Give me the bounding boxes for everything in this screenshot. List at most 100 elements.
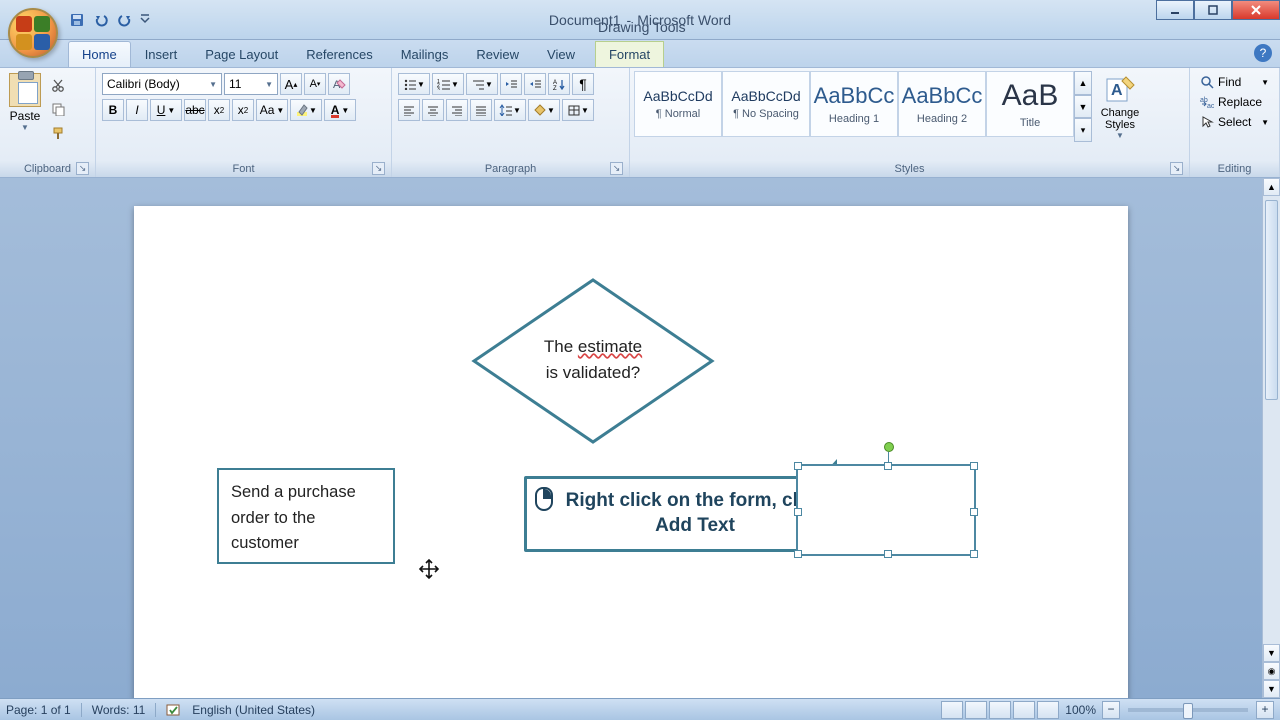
grow-font-icon[interactable]: A▴ bbox=[280, 73, 302, 95]
view-draft-icon[interactable] bbox=[1037, 701, 1059, 719]
underline-icon[interactable]: U▼ bbox=[150, 99, 182, 121]
scroll-up-icon[interactable]: ▲ bbox=[1263, 178, 1280, 196]
clipboard-dialog-launcher[interactable]: ↘ bbox=[76, 162, 89, 175]
resize-handle[interactable] bbox=[970, 462, 978, 470]
scroll-track[interactable] bbox=[1263, 196, 1280, 644]
styles-scroll-down[interactable]: ▼ bbox=[1074, 95, 1092, 119]
bullets-icon[interactable]: ▼ bbox=[398, 73, 430, 95]
tab-references[interactable]: References bbox=[292, 41, 386, 67]
view-outline-icon[interactable] bbox=[1013, 701, 1035, 719]
style-title[interactable]: AaB Title bbox=[986, 71, 1074, 137]
font-name-combo[interactable]: Calibri (Body)▼ bbox=[102, 73, 222, 95]
tab-page-layout[interactable]: Page Layout bbox=[191, 41, 292, 67]
change-styles-button[interactable]: A Change Styles ▼ bbox=[1092, 71, 1148, 142]
superscript-icon[interactable]: x2 bbox=[232, 99, 254, 121]
zoom-slider[interactable] bbox=[1128, 708, 1248, 712]
document-area[interactable]: The estimate is validated? Send a purcha… bbox=[0, 178, 1262, 698]
italic-icon[interactable]: I bbox=[126, 99, 148, 121]
maximize-button[interactable] bbox=[1194, 0, 1232, 20]
resize-handle[interactable] bbox=[794, 550, 802, 558]
qat-customize-icon[interactable] bbox=[138, 9, 152, 31]
tab-mailings[interactable]: Mailings bbox=[387, 41, 463, 67]
styles-expand[interactable]: ▾ bbox=[1074, 118, 1092, 142]
paragraph-dialog-launcher[interactable]: ↘ bbox=[610, 162, 623, 175]
replace-button[interactable]: abac Replace bbox=[1196, 93, 1273, 111]
svg-text:3: 3 bbox=[437, 87, 440, 90]
office-button[interactable] bbox=[8, 8, 58, 58]
decrease-indent-icon[interactable] bbox=[500, 73, 522, 95]
word-count[interactable]: Words: 11 bbox=[92, 703, 146, 717]
view-full-screen-icon[interactable] bbox=[965, 701, 987, 719]
bold-icon[interactable]: B bbox=[102, 99, 124, 121]
align-right-icon[interactable] bbox=[446, 99, 468, 121]
flowchart-process-shape[interactable]: Send a purchase order to the customer bbox=[217, 468, 395, 564]
vertical-scrollbar[interactable]: ▲ ▼ ◉ ▼ bbox=[1262, 178, 1280, 698]
tab-insert[interactable]: Insert bbox=[131, 41, 192, 67]
page-status[interactable]: Page: 1 of 1 bbox=[6, 703, 71, 717]
tab-review[interactable]: Review bbox=[462, 41, 533, 67]
style-heading-1[interactable]: AaBbCc Heading 1 bbox=[810, 71, 898, 137]
resize-handle[interactable] bbox=[970, 550, 978, 558]
copy-icon[interactable] bbox=[48, 99, 68, 119]
select-button[interactable]: Select▼ bbox=[1196, 113, 1273, 131]
zoom-value[interactable]: 100% bbox=[1065, 703, 1096, 717]
show-marks-icon[interactable]: ¶ bbox=[572, 73, 594, 95]
highlight-icon[interactable]: ▼ bbox=[290, 99, 322, 121]
resize-handle[interactable] bbox=[970, 508, 978, 516]
resize-handle[interactable] bbox=[794, 508, 802, 516]
multilevel-list-icon[interactable]: ▼ bbox=[466, 73, 498, 95]
zoom-in-icon[interactable]: + bbox=[1256, 701, 1274, 719]
styles-scroll-up[interactable]: ▲ bbox=[1074, 71, 1092, 95]
redo-icon[interactable] bbox=[114, 9, 136, 31]
sort-icon[interactable]: AZ bbox=[548, 73, 570, 95]
justify-icon[interactable] bbox=[470, 99, 492, 121]
increase-indent-icon[interactable] bbox=[524, 73, 546, 95]
spellcheck-icon[interactable] bbox=[166, 703, 182, 717]
change-case-icon[interactable]: Aa▼ bbox=[256, 99, 288, 121]
minimize-button[interactable] bbox=[1156, 0, 1194, 20]
page[interactable]: The estimate is validated? Send a purcha… bbox=[134, 206, 1128, 698]
numbering-icon[interactable]: 123▼ bbox=[432, 73, 464, 95]
flowchart-decision-shape[interactable]: The estimate is validated? bbox=[470, 276, 716, 446]
close-button[interactable] bbox=[1232, 0, 1280, 20]
browse-next-icon[interactable]: ▼ bbox=[1263, 680, 1280, 698]
shading-icon[interactable]: ▼ bbox=[528, 99, 560, 121]
find-button[interactable]: Find▼ bbox=[1196, 73, 1273, 91]
rotation-handle[interactable] bbox=[884, 442, 894, 452]
shrink-font-icon[interactable]: A▾ bbox=[304, 73, 326, 95]
align-left-icon[interactable] bbox=[398, 99, 420, 121]
tab-format[interactable]: Format bbox=[595, 41, 664, 67]
subscript-icon[interactable]: x2 bbox=[208, 99, 230, 121]
clear-formatting-icon[interactable]: A bbox=[328, 73, 350, 95]
resize-handle[interactable] bbox=[794, 462, 802, 470]
zoom-out-icon[interactable]: − bbox=[1102, 701, 1120, 719]
help-icon[interactable]: ? bbox=[1254, 44, 1272, 62]
styles-dialog-launcher[interactable]: ↘ bbox=[1170, 162, 1183, 175]
style-heading-2[interactable]: AaBbCc Heading 2 bbox=[898, 71, 986, 137]
undo-icon[interactable] bbox=[90, 9, 112, 31]
cut-icon[interactable] bbox=[48, 75, 68, 95]
font-size-combo[interactable]: 11▼ bbox=[224, 73, 278, 95]
style-no-spacing[interactable]: AaBbCcDd ¶ No Spacing bbox=[722, 71, 810, 137]
strikethrough-icon[interactable]: abc bbox=[184, 99, 206, 121]
borders-icon[interactable]: ▼ bbox=[562, 99, 594, 121]
paste-button[interactable]: Paste ▼ bbox=[4, 71, 46, 143]
align-center-icon[interactable] bbox=[422, 99, 444, 121]
language-status[interactable]: English (United States) bbox=[192, 703, 315, 717]
resize-handle[interactable] bbox=[884, 462, 892, 470]
scroll-down-icon[interactable]: ▼ bbox=[1263, 644, 1280, 662]
scroll-thumb[interactable] bbox=[1265, 200, 1278, 400]
view-web-layout-icon[interactable] bbox=[989, 701, 1011, 719]
tab-view[interactable]: View bbox=[533, 41, 589, 67]
browse-prev-icon[interactable]: ◉ bbox=[1263, 662, 1280, 680]
line-spacing-icon[interactable]: ▼ bbox=[494, 99, 526, 121]
font-dialog-launcher[interactable]: ↘ bbox=[372, 162, 385, 175]
font-color-icon[interactable]: A▼ bbox=[324, 99, 356, 121]
resize-handle[interactable] bbox=[884, 550, 892, 558]
tab-home[interactable]: Home bbox=[68, 41, 131, 67]
format-painter-icon[interactable] bbox=[48, 123, 68, 143]
style-normal[interactable]: AaBbCcDd ¶ Normal bbox=[634, 71, 722, 137]
view-print-layout-icon[interactable] bbox=[941, 701, 963, 719]
selected-flowchart-shape[interactable] bbox=[796, 464, 976, 556]
save-icon[interactable] bbox=[66, 9, 88, 31]
